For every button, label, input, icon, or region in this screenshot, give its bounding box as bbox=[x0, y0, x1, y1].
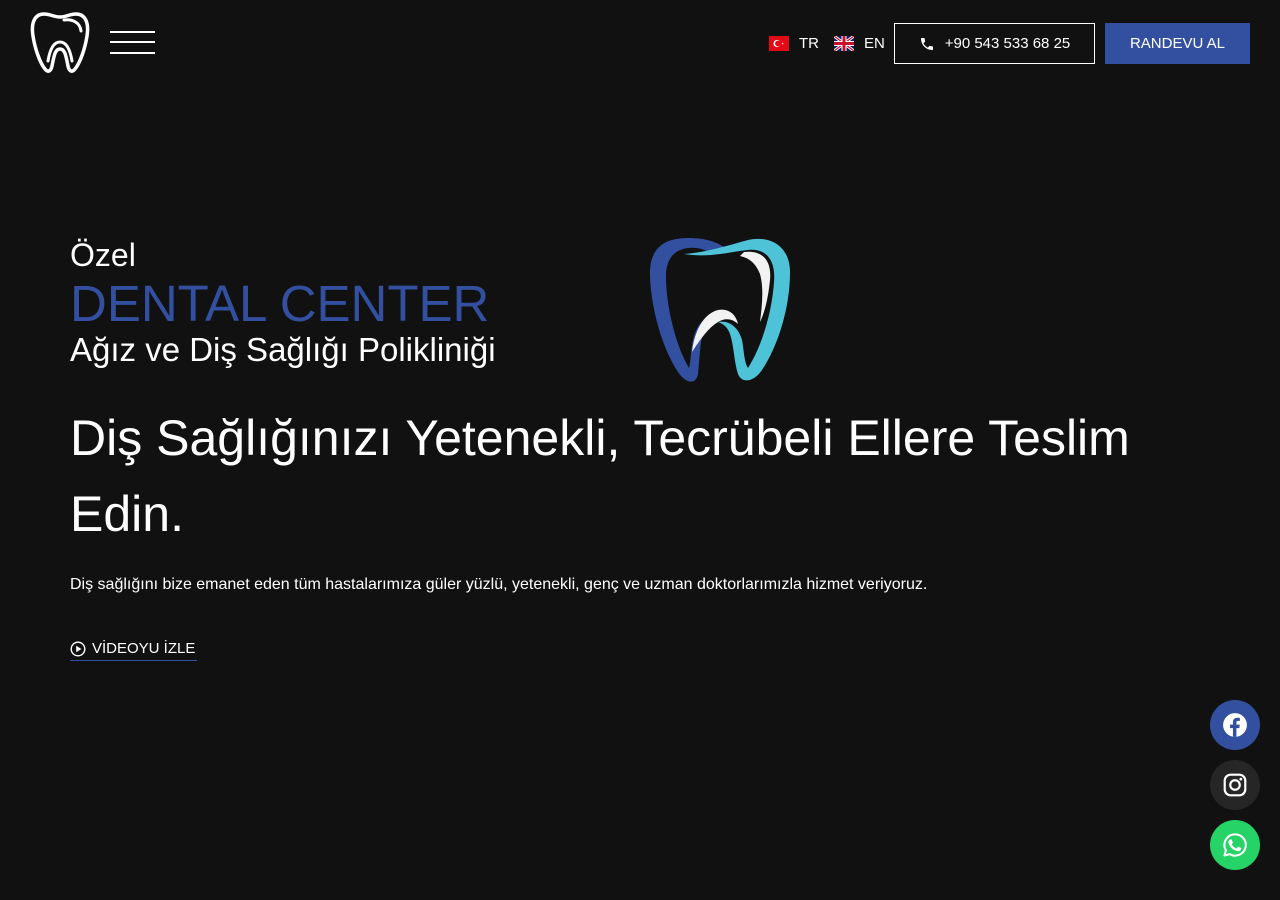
watch-video-link[interactable]: VİDEOYU İZLE bbox=[70, 637, 198, 661]
tooth-logo-icon bbox=[649, 238, 790, 382]
facebook-button[interactable] bbox=[1210, 700, 1260, 750]
appointment-button[interactable]: RANDEVU AL bbox=[1105, 23, 1250, 64]
hero-eyebrow: Özel bbox=[70, 237, 136, 273]
whatsapp-icon bbox=[1223, 833, 1247, 857]
play-circle-icon bbox=[70, 640, 86, 657]
instagram-button[interactable] bbox=[1210, 760, 1260, 810]
tooth-outline-icon[interactable] bbox=[30, 11, 90, 73]
turkey-flag-icon bbox=[769, 35, 789, 51]
uk-flag-icon bbox=[834, 35, 854, 51]
instagram-icon bbox=[1223, 773, 1247, 797]
whatsapp-button[interactable] bbox=[1210, 820, 1260, 870]
hero-subtitle: Ağız ve Diş Sağlığı Polikliniği bbox=[70, 331, 496, 368]
language-en-label: EN bbox=[864, 34, 885, 52]
hero-headline: Diş Sağlığınızı Yetenekli, Tecrübeli Ell… bbox=[70, 410, 1130, 542]
language-tr-label: TR bbox=[799, 34, 819, 52]
phone-button[interactable]: +90 543 533 68 25 bbox=[894, 23, 1095, 64]
phone-icon bbox=[920, 37, 933, 50]
language-tr-link[interactable]: TR bbox=[769, 34, 819, 52]
hamburger-menu-button[interactable] bbox=[110, 31, 155, 55]
hamburger-icon-bar bbox=[110, 52, 155, 54]
hero-brand-title: DENTAL CENTER bbox=[70, 275, 490, 332]
watch-video-label: VİDEOYU İZLE bbox=[92, 640, 196, 657]
page: TR EN +90 543 533 68 25 RANDEVU AL Özel … bbox=[0, 0, 1280, 900]
hero-lead-text: Diş sağlığını bize emanet eden tüm hasta… bbox=[70, 576, 928, 593]
language-en-link[interactable]: EN bbox=[834, 34, 885, 52]
facebook-icon bbox=[1223, 713, 1247, 737]
hamburger-icon-bar bbox=[110, 41, 155, 43]
phone-number: +90 543 533 68 25 bbox=[944, 35, 1071, 52]
hamburger-icon-bar bbox=[110, 31, 155, 33]
